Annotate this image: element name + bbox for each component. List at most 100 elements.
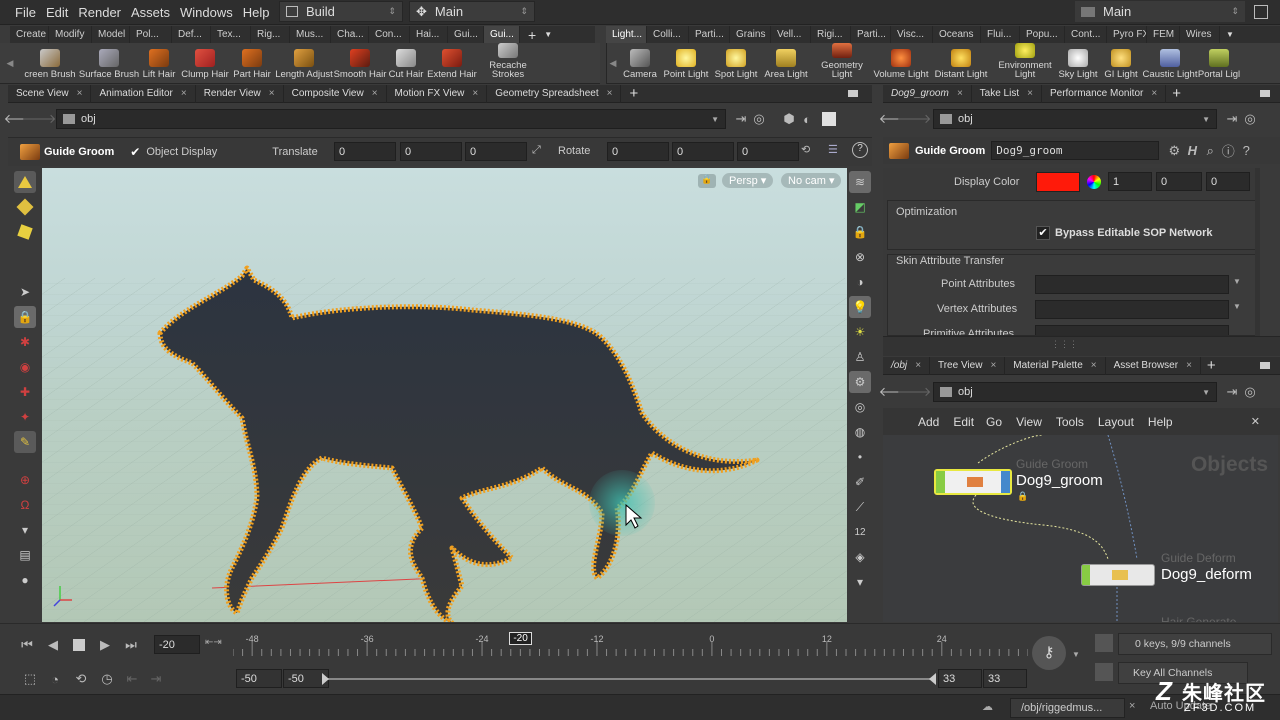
rotate-handle-icon[interactable]: ⟲	[801, 143, 810, 156]
range-end-handle[interactable]	[929, 673, 936, 685]
keys-channels-indicator[interactable]: 0 keys, 9/9 channels	[1118, 633, 1272, 655]
audio-icon[interactable]: ◔	[42, 670, 68, 688]
wrench-icon[interactable]: ✕	[1251, 415, 1260, 428]
comb-icon[interactable]	[14, 196, 36, 218]
graph-icon[interactable]	[1095, 663, 1113, 681]
shelf-tab[interactable]: Wires	[1180, 26, 1220, 43]
shelf-tab[interactable]: Model	[92, 26, 130, 43]
node-name-field[interactable]: Dog9_groom	[991, 141, 1160, 160]
forward-arrow-icon[interactable]: 🡒	[897, 110, 932, 128]
sphere-icon[interactable]: ●	[14, 569, 36, 591]
color-r-field[interactable]: 1	[1108, 172, 1152, 191]
point-light-tool[interactable]: Point Light	[661, 43, 711, 83]
groom-tool-icon[interactable]: ✎	[14, 431, 36, 453]
extend-hair-tool[interactable]: Extend Hair	[426, 43, 478, 83]
lock-icon[interactable]: 🔒	[698, 174, 716, 188]
shelf-tab[interactable]: FEM	[1147, 26, 1180, 43]
close-circle-icon[interactable]: ⊗	[849, 246, 871, 268]
chevron-down-icon[interactable]: ▼	[1233, 302, 1241, 311]
tab-performance-monitor[interactable]: Performance Monitor ×	[1042, 84, 1167, 103]
tab-motion-fx-view[interactable]: Motion FX View ×	[387, 84, 488, 103]
color-g-field[interactable]: 0	[1156, 172, 1202, 191]
number-12-icon[interactable]: 12	[849, 521, 871, 543]
scene-viewport[interactable]: 🔒 Persp ▾ No cam ▾	[42, 168, 847, 622]
pin-icon[interactable]: ⇥	[1223, 110, 1241, 128]
snap-icon[interactable]: ⊕	[14, 469, 36, 491]
gi-light-tool[interactable]: GI Light	[1099, 43, 1143, 83]
current-frame-field[interactable]: -20	[154, 635, 200, 654]
shelf-tab[interactable]: Cont...	[1065, 26, 1107, 43]
scene-path-field[interactable]: obj ▼	[56, 109, 726, 129]
shelf-tab[interactable]: Oceans	[933, 26, 981, 43]
camera-icon[interactable]: ⚙	[849, 371, 871, 393]
translate-z-field[interactable]: 0	[465, 142, 527, 161]
scroll-left-icon[interactable]: ◀	[607, 58, 619, 69]
maximize-icon[interactable]	[1254, 5, 1268, 19]
smooth-hair-tool[interactable]: Smooth Hair	[334, 43, 386, 83]
persp-dropdown[interactable]: Persp ▾	[722, 173, 774, 188]
prev-key-icon[interactable]: ⇤	[120, 670, 144, 688]
select-brush-icon[interactable]	[14, 171, 36, 193]
menu-help[interactable]: Help	[238, 0, 275, 25]
shelf-tab-active[interactable]: Light...	[606, 26, 647, 43]
range-start-handle[interactable]	[322, 673, 329, 685]
shading-icon[interactable]: ◑	[849, 271, 871, 293]
gear-icon[interactable]: ⚙	[1165, 142, 1183, 160]
current-frame-marker[interactable]: -20	[509, 632, 532, 645]
point-attributes-field[interactable]	[1035, 275, 1229, 294]
rotate-z-field[interactable]: 0	[737, 142, 799, 161]
help-icon[interactable]: ?	[1237, 142, 1255, 160]
paint-icon[interactable]	[14, 221, 36, 243]
context-dropdown[interactable]: ✥ Main ⇕	[409, 1, 535, 22]
network-menu-go[interactable]: Go	[986, 415, 1002, 429]
realtime-icon[interactable]: ◷	[94, 670, 120, 688]
jump-start-icon[interactable]: ⏮	[14, 636, 40, 654]
forward-arrow-icon[interactable]: 🡒	[897, 383, 932, 401]
square-icon[interactable]	[822, 112, 836, 126]
range-start-field[interactable]: -50	[236, 669, 282, 688]
close-icon[interactable]: ×	[607, 85, 613, 103]
shelf-tab[interactable]: Tex...	[211, 26, 251, 43]
pane-menu-icon[interactable]	[1260, 90, 1270, 97]
clump-hair-tool[interactable]: Clump Hair	[180, 43, 230, 83]
shelf-tab[interactable]: Mus...	[290, 26, 331, 43]
stop-icon[interactable]	[66, 636, 92, 654]
magnet-icon[interactable]: Ω	[14, 494, 36, 516]
right-context-dropdown[interactable]: Main ⇕	[1075, 1, 1245, 22]
move-icon[interactable]: ⤢	[532, 144, 541, 157]
red-tool-icon[interactable]: ✱	[14, 331, 36, 353]
network-path-field[interactable]: obj ▼	[933, 382, 1217, 402]
distant-light-tool[interactable]: Distant Light	[929, 43, 993, 83]
forward-arrow-icon[interactable]: 🡒	[22, 110, 57, 128]
close-icon[interactable]: ×	[269, 85, 275, 103]
pane-divider[interactable]: ⋮⋮⋮	[883, 336, 1280, 356]
length-adjust-tool[interactable]: Length Adjust	[274, 43, 334, 83]
next-key-icon[interactable]: ⇥	[144, 670, 168, 688]
lock-icon[interactable]: 🔒	[14, 306, 36, 328]
checkbox-check-icon[interactable]: ✔	[130, 145, 140, 159]
link-icon[interactable]: ◎	[750, 110, 768, 128]
tab-asset-browser[interactable]: Asset Browser ×	[1106, 356, 1201, 375]
stack-icon[interactable]: ▤	[14, 544, 36, 566]
close-icon[interactable]: ×	[472, 85, 478, 103]
color-b-field[interactable]: 0	[1206, 172, 1250, 191]
link-icon[interactable]: ◎	[1241, 383, 1259, 401]
ghost-icon[interactable]: ◩	[849, 196, 871, 218]
translate-x-field[interactable]: 0	[334, 142, 396, 161]
shelf-tab[interactable]: Pyro FX	[1107, 26, 1147, 43]
help-icon[interactable]: ?	[852, 142, 868, 158]
pin-icon[interactable]: ⇥	[732, 110, 750, 128]
tab-tree-view[interactable]: Tree View ×	[930, 356, 1006, 375]
shelf-tab[interactable]: Grains	[730, 26, 771, 43]
settings-list-icon[interactable]: ☰	[828, 143, 838, 156]
jump-end-icon[interactable]: ⏭	[118, 636, 144, 654]
tab-geometry-spreadsheet[interactable]: Geometry Spreadsheet ×	[487, 84, 622, 103]
area-light-tool[interactable]: Area Light	[761, 43, 811, 83]
dog9-groom-node[interactable]	[934, 469, 1012, 495]
menu-windows[interactable]: Windows	[175, 0, 238, 25]
pointer-icon[interactable]: ➤	[14, 281, 36, 303]
network-menu-edit[interactable]: Edit	[953, 415, 974, 429]
chevron-down-icon[interactable]: ▼	[1072, 650, 1080, 659]
pane-menu-icon[interactable]	[848, 90, 858, 97]
close-icon[interactable]: ×	[372, 85, 378, 103]
